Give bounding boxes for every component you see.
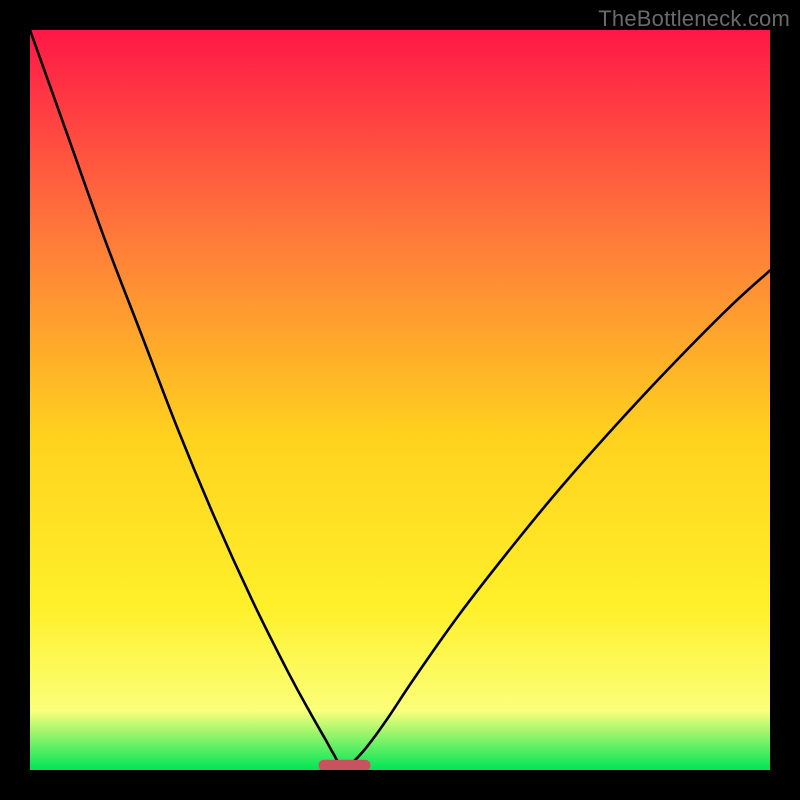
optimal-marker — [319, 760, 371, 770]
gradient-background — [30, 30, 770, 770]
bottleneck-chart — [30, 30, 770, 770]
plot-area — [30, 30, 770, 770]
chart-frame: TheBottleneck.com — [0, 0, 800, 800]
watermark-text: TheBottleneck.com — [598, 6, 790, 32]
